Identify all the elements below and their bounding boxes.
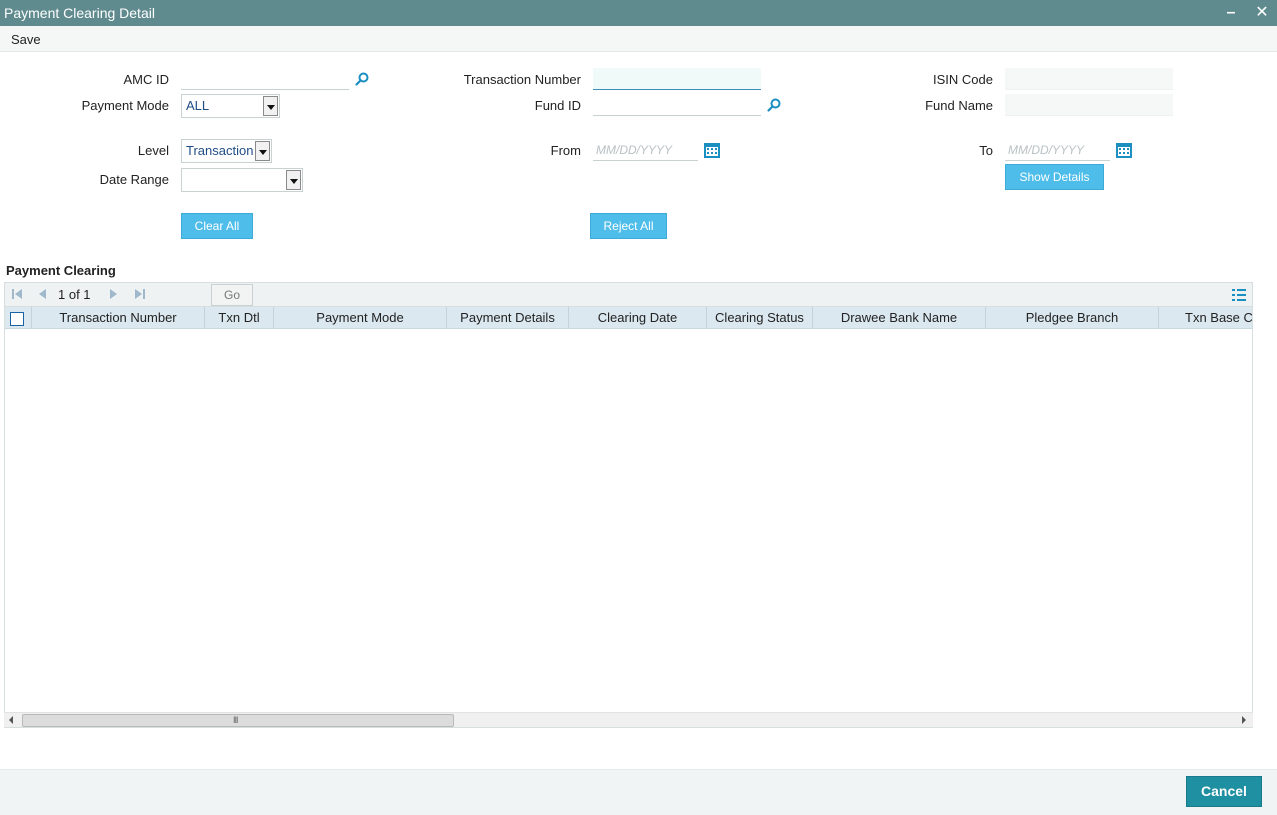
grid-pager: 1 of 1 Go [5, 283, 1252, 307]
save-menu-item[interactable]: Save [11, 32, 41, 47]
page-indicator: 1 of 1 [58, 287, 91, 302]
select-all-checkbox[interactable] [10, 312, 24, 326]
column-header[interactable]: Txn Dtl [205, 307, 274, 329]
column-header[interactable]: Payment Details [447, 307, 569, 329]
menu-bar: Save [0, 26, 1277, 52]
scrollbar-grip: III [233, 715, 238, 725]
column-header[interactable]: Pledgee Branch [986, 307, 1159, 329]
select-all-column [5, 307, 32, 329]
level-value: Transaction [186, 143, 254, 158]
last-page-icon[interactable] [133, 287, 147, 301]
column-header[interactable]: Txn Base C [1159, 307, 1252, 329]
chevron-down-icon[interactable] [286, 170, 301, 190]
window-titlebar: Payment Clearing Detail – ✕ [0, 0, 1277, 26]
column-header[interactable]: Transaction Number [32, 307, 205, 329]
isin-code-input [1005, 68, 1173, 90]
from-calendar-icon[interactable] [703, 142, 721, 159]
close-button[interactable]: ✕ [1251, 0, 1273, 26]
column-header[interactable]: Drawee Bank Name [813, 307, 986, 329]
payment-mode-select[interactable]: ALL [181, 94, 280, 118]
column-header[interactable]: Clearing Status [707, 307, 813, 329]
previous-page-icon[interactable] [35, 287, 49, 301]
column-list-icon[interactable] [1232, 288, 1246, 302]
amc-id-input[interactable] [181, 68, 349, 90]
amc-id-label: AMC ID [123, 72, 170, 87]
clear-all-button[interactable]: Clear All [181, 213, 253, 239]
fund-id-label: Fund ID [534, 98, 581, 113]
transaction-number-label: Transaction Number [463, 72, 581, 87]
fund-name-label: Fund Name [925, 98, 993, 113]
next-page-icon[interactable] [107, 287, 121, 301]
scrollbar-thumb[interactable]: III [22, 714, 454, 727]
column-header[interactable]: Clearing Date [569, 307, 707, 329]
chevron-down-icon[interactable] [255, 141, 270, 161]
amc-id-search-icon[interactable] [354, 71, 370, 87]
level-label: Level [137, 143, 169, 158]
reject-all-button[interactable]: Reject All [590, 213, 667, 239]
horizontal-scrollbar[interactable]: III [4, 712, 1253, 727]
payment-mode-value: ALL [186, 98, 210, 113]
grid-header-row: Transaction Number Txn Dtl Payment Mode … [5, 307, 1252, 329]
from-label: From [550, 143, 581, 158]
transaction-number-input[interactable] [593, 68, 761, 90]
column-header[interactable]: Payment Mode [274, 307, 447, 329]
fund-name-input [1005, 94, 1173, 116]
first-page-icon[interactable] [10, 287, 24, 301]
to-date-input[interactable] [1005, 139, 1110, 161]
window-title: Payment Clearing Detail [4, 5, 155, 21]
to-label: To [979, 143, 993, 158]
scroll-right-icon[interactable] [1242, 716, 1246, 724]
payment-clearing-section-title: Payment Clearing [6, 263, 116, 278]
payment-clearing-grid: 1 of 1 Go Transaction Number Txn Dtl Pay… [4, 282, 1253, 728]
cancel-button[interactable]: Cancel [1186, 776, 1262, 807]
go-button[interactable]: Go [211, 284, 253, 306]
from-date-input[interactable] [593, 139, 698, 161]
date-range-label: Date Range [99, 172, 169, 187]
date-range-select[interactable] [181, 168, 303, 192]
chevron-down-icon[interactable] [263, 96, 278, 116]
scroll-left-icon[interactable] [9, 716, 13, 724]
fund-id-input[interactable] [593, 94, 761, 116]
fund-id-search-icon[interactable] [766, 97, 782, 113]
payment-mode-label: Payment Mode [81, 98, 169, 113]
isin-code-label: ISIN Code [933, 72, 993, 87]
level-select[interactable]: Transaction [181, 139, 272, 163]
minimize-button[interactable]: – [1220, 0, 1242, 26]
show-details-button[interactable]: Show Details [1005, 164, 1104, 190]
footer-bar: Cancel [0, 769, 1277, 815]
search-form: AMC ID Payment Mode ALL Level Transactio… [0, 52, 1277, 262]
to-calendar-icon[interactable] [1115, 142, 1133, 159]
